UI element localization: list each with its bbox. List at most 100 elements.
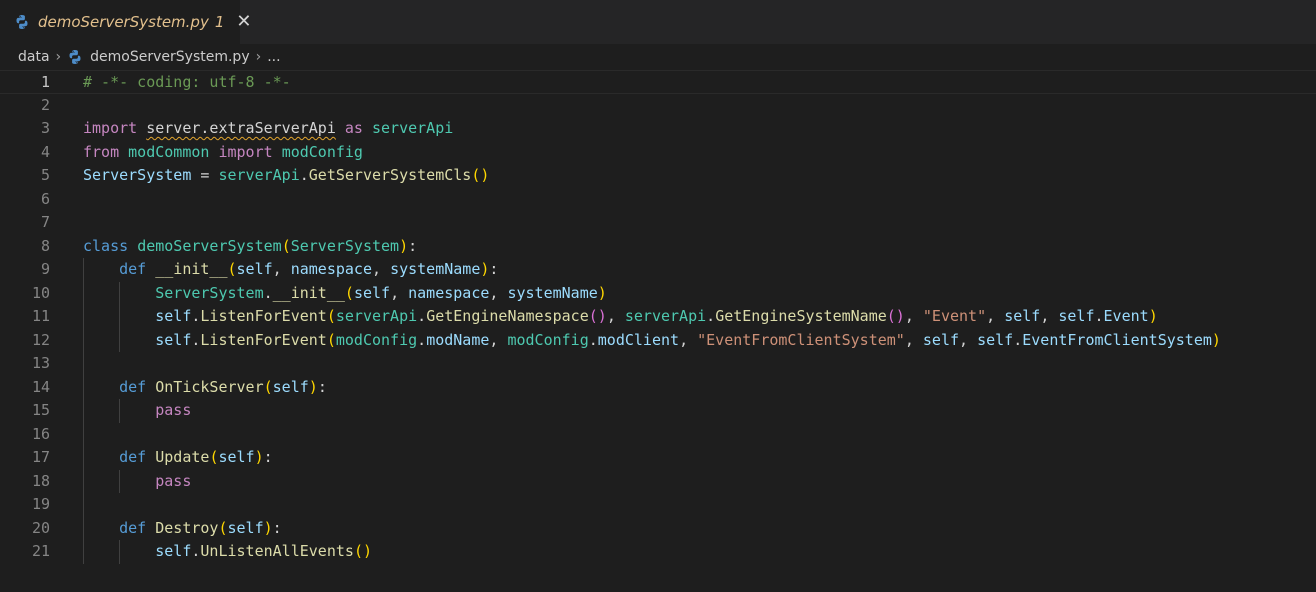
- code-token: self: [227, 518, 264, 537]
- chevron-right-icon: ›: [55, 49, 62, 65]
- code-token: ServerSystem: [290, 236, 400, 255]
- code-line[interactable]: 20 def Destroy(self):: [0, 516, 1316, 541]
- line-number[interactable]: 1: [0, 71, 50, 95]
- line-number[interactable]: 15: [0, 399, 50, 423]
- code-token: ): [1148, 307, 1158, 325]
- code-token: def: [119, 260, 147, 278]
- line-number[interactable]: 13: [0, 352, 50, 376]
- code-token: (: [218, 518, 228, 537]
- code-token: (): [886, 307, 905, 325]
- code-line[interactable]: 1 # -*- coding: utf-8 -*-: [0, 70, 1316, 94]
- code-line[interactable]: 18 pass: [0, 469, 1316, 494]
- breadcrumb-folder[interactable]: data: [18, 49, 50, 65]
- code-token: pass: [155, 401, 192, 419]
- code-line[interactable]: 15 pass: [0, 399, 1316, 423]
- code-token: (: [281, 236, 291, 255]
- code-token: OnTickServer: [155, 377, 264, 396]
- line-number[interactable]: 6: [0, 188, 50, 212]
- code-line[interactable]: 19: [0, 493, 1316, 517]
- code-token: :: [317, 377, 327, 396]
- line-number[interactable]: 9: [0, 258, 50, 282]
- code-token: pass: [155, 471, 192, 490]
- line-code: def __init__(self, namespace, systemName…: [83, 258, 498, 282]
- line-number[interactable]: 7: [0, 211, 50, 235]
- code-line[interactable]: 14 def OnTickServer(self):: [0, 375, 1316, 400]
- line-number[interactable]: 11: [0, 305, 50, 329]
- code-token: ListenForEvent: [200, 330, 327, 349]
- code-token: .: [417, 330, 427, 349]
- code-token: as: [344, 119, 363, 137]
- editor-tab[interactable]: demoServerSystem.py 1 ✕: [0, 0, 251, 44]
- line-number[interactable]: 17: [0, 446, 50, 470]
- code-line[interactable]: 5 ServerSystem = serverApi.GetServerSyste…: [0, 164, 1316, 188]
- code-token: EventFromClientSystem: [1022, 330, 1212, 349]
- python-icon: [67, 49, 83, 65]
- indent-guide: [83, 305, 84, 329]
- code-token: ,: [1040, 307, 1059, 325]
- code-token: modCommon: [128, 142, 210, 161]
- breadcrumb-file[interactable]: demoServerSystem.py: [90, 49, 249, 65]
- code-token: namespace: [290, 260, 372, 278]
- breadcrumb-symbols[interactable]: ...: [267, 49, 280, 65]
- code-token: __init__: [155, 260, 228, 278]
- code-token: self: [218, 448, 255, 466]
- indent-guide: [83, 375, 84, 399]
- line-number[interactable]: 21: [0, 540, 50, 564]
- indent-guide: [83, 469, 84, 493]
- code-line[interactable]: 9 def __init__(self, namespace, systemNa…: [0, 258, 1316, 282]
- indent-guide: [83, 258, 84, 282]
- close-icon[interactable]: ✕: [236, 13, 251, 31]
- code-line[interactable]: 21 self.UnListenAllEvents(): [0, 540, 1316, 564]
- code-line[interactable]: 11 self.ListenForEvent(serverApi.GetEngi…: [0, 305, 1316, 329]
- line-number[interactable]: 5: [0, 164, 50, 188]
- code-line[interactable]: 17 def Update(self):: [0, 446, 1316, 470]
- indent-guide: [119, 469, 121, 493]
- code-token: self: [155, 330, 192, 349]
- code-line[interactable]: 7: [0, 211, 1316, 235]
- code-line[interactable]: 16: [0, 422, 1316, 447]
- code-editor[interactable]: 1 # -*- coding: utf-8 -*- 2 3 import server.…: [0, 70, 1316, 592]
- line-number[interactable]: 19: [0, 493, 50, 517]
- code-line[interactable]: 12 self.ListenForEvent(modConfig.modName…: [0, 328, 1316, 353]
- line-number[interactable]: 14: [0, 376, 50, 400]
- code-line[interactable]: 10 ServerSystem.__init__(self, namespace…: [0, 281, 1316, 306]
- code-token: ,: [272, 260, 291, 278]
- line-code: import server.extraServerApi as serverAp…: [83, 117, 453, 141]
- line-number[interactable]: 12: [0, 329, 50, 353]
- code-token: self: [922, 330, 960, 349]
- line-number[interactable]: 2: [0, 94, 50, 118]
- line-number[interactable]: 20: [0, 517, 50, 541]
- line-number[interactable]: 4: [0, 141, 50, 165]
- code-line[interactable]: 6: [0, 188, 1316, 212]
- code-token: server.extraServerApi: [146, 119, 336, 137]
- code-token: :: [263, 448, 273, 466]
- code-line[interactable]: 4 from modCommon import modConfig: [0, 141, 1316, 165]
- line-code: class demoServerSystem(ServerSystem):: [83, 235, 417, 259]
- line-number[interactable]: 18: [0, 470, 50, 494]
- indent-guide: [83, 352, 84, 376]
- line-number[interactable]: 10: [0, 282, 50, 306]
- line-number[interactable]: 16: [0, 423, 50, 447]
- line-code: self.ListenForEvent(serverApi.GetEngineN…: [83, 305, 1158, 329]
- code-token: ,: [986, 307, 1005, 325]
- code-token: .: [1094, 307, 1104, 325]
- line-number[interactable]: 3: [0, 117, 50, 141]
- code-token: serverApi: [218, 166, 300, 184]
- line-code: def Destroy(self):: [83, 517, 282, 541]
- code-token: (: [263, 377, 273, 396]
- indent-guide: [83, 493, 84, 517]
- code-token: =: [191, 166, 219, 184]
- code-token: ListenForEvent: [200, 307, 327, 325]
- code-token: systemName: [507, 283, 598, 302]
- code-line[interactable]: 13: [0, 352, 1316, 376]
- code-line[interactable]: 8 class demoServerSystem(ServerSystem):: [0, 235, 1316, 259]
- code-line[interactable]: 3 import server.extraServerApi as serverA…: [0, 117, 1316, 141]
- line-number[interactable]: 8: [0, 235, 50, 259]
- code-token: ): [308, 377, 318, 396]
- code-line[interactable]: 2: [0, 94, 1316, 118]
- code-token: ,: [679, 330, 698, 349]
